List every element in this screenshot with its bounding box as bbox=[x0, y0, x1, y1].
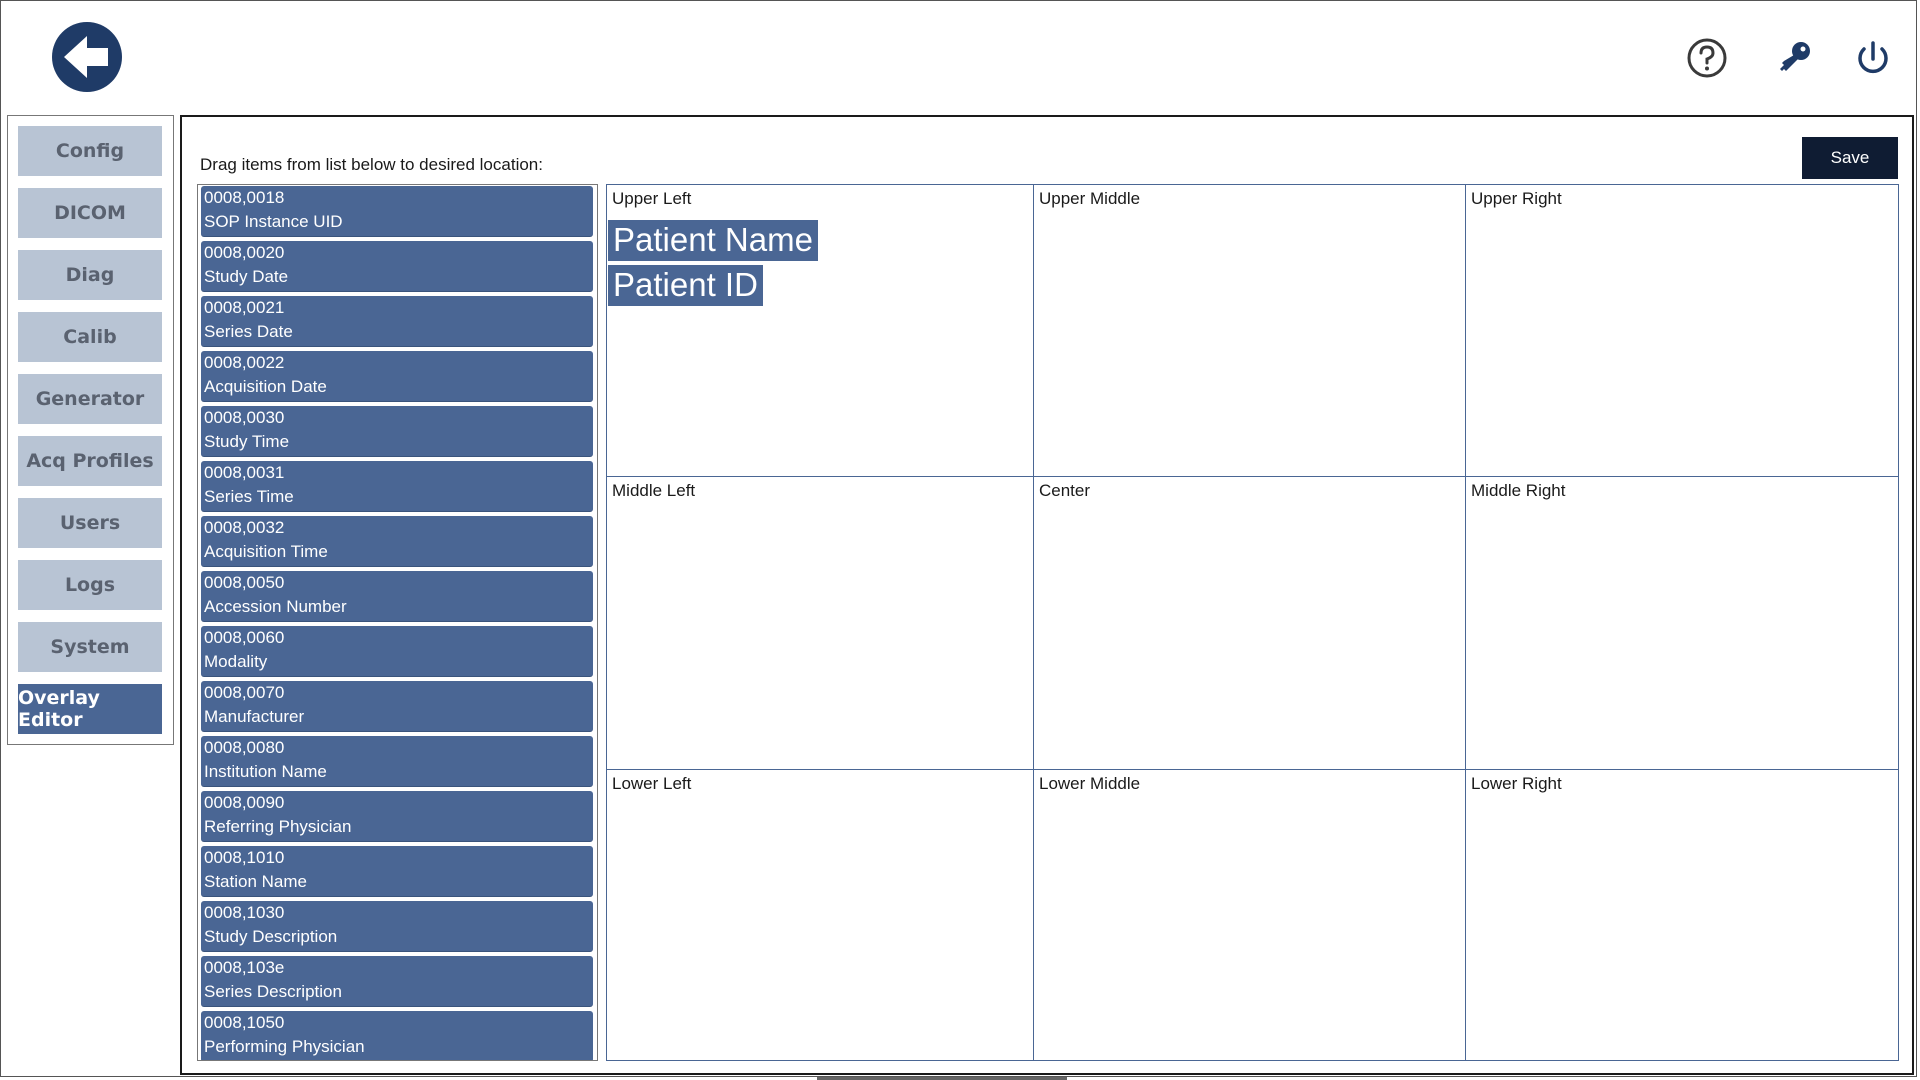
dicom-tag-item[interactable]: 0008,1030 Study Description bbox=[201, 901, 593, 952]
back-arrow-icon bbox=[64, 36, 108, 78]
dicom-tag-code: 0008,0050 bbox=[204, 573, 285, 592]
dicom-tag-item[interactable]: 0008,0060 Modality bbox=[201, 626, 593, 677]
overlay-cell-upper-right[interactable]: Upper Right bbox=[1466, 185, 1898, 477]
sidebar-item-generator[interactable]: Generator bbox=[18, 374, 162, 424]
dicom-tag-name: Modality bbox=[204, 652, 268, 671]
dicom-tag-name: Study Time bbox=[204, 432, 290, 451]
sidebar-item-config[interactable]: Config bbox=[18, 126, 162, 176]
dicom-tag-item[interactable]: 0008,0031 Series Time bbox=[201, 461, 593, 512]
overlay-cell-middle-right[interactable]: Middle Right bbox=[1466, 477, 1898, 770]
sidebar-nav: Config DICOM Diag Calib Generator Acq Pr… bbox=[7, 115, 174, 745]
dicom-tag-code: 0008,0060 bbox=[204, 628, 285, 647]
key-button[interactable] bbox=[1774, 37, 1816, 79]
help-circle-icon bbox=[1687, 38, 1727, 78]
dicom-tag-code: 0008,1050 bbox=[204, 1013, 285, 1032]
dicom-tag-item[interactable]: 0008,0021 Series Date bbox=[201, 296, 593, 347]
overlay-cell-lower-middle[interactable]: Lower Middle bbox=[1034, 770, 1466, 1060]
sidebar-item-users[interactable]: Users bbox=[18, 498, 162, 548]
overlay-cell-middle-left[interactable]: Middle Left bbox=[607, 477, 1034, 770]
dicom-tag-item[interactable]: 0008,1050 Performing Physician bbox=[201, 1011, 593, 1060]
key-icon bbox=[1780, 42, 1810, 71]
dicom-tag-code: 0008,1030 bbox=[204, 903, 285, 922]
dicom-tag-name: Station Name bbox=[204, 872, 307, 891]
dicom-tag-item[interactable]: 0008,0020 Study Date bbox=[201, 241, 593, 292]
sidebar-item-dicom[interactable]: DICOM bbox=[18, 188, 162, 238]
dicom-tag-name: Accession Number bbox=[204, 597, 347, 616]
dicom-tag-code: 0008,0018 bbox=[204, 188, 285, 207]
dicom-tag-name: Acquisition Date bbox=[204, 377, 327, 396]
overlay-position-grid: Upper Left Patient Name Patient ID Upper Mi… bbox=[606, 184, 1899, 1061]
overlay-cell-title: Center bbox=[1039, 481, 1091, 500]
dicom-tag-name: Series Date bbox=[204, 322, 293, 341]
sidebar-item-overlay-editor[interactable]: Overlay Editor bbox=[18, 684, 162, 734]
dicom-tag-name: Referring Physician bbox=[204, 817, 352, 836]
dicom-tag-item[interactable]: 0008,0090 Referring Physician bbox=[201, 791, 593, 842]
sidebar-item-calib[interactable]: Calib bbox=[18, 312, 162, 362]
power-button[interactable] bbox=[1852, 37, 1894, 79]
dicom-tag-code: 0008,0022 bbox=[204, 353, 285, 372]
overlay-cell-title: Lower Middle bbox=[1039, 774, 1141, 793]
dicom-tag-code: 0008,0032 bbox=[204, 518, 285, 537]
sidebar-item-logs[interactable]: Logs bbox=[18, 560, 162, 610]
dicom-tag-item[interactable]: 0008,0022 Acquisition Date bbox=[201, 351, 593, 402]
dicom-tag-item[interactable]: 0008,0070 Manufacturer bbox=[201, 681, 593, 732]
dicom-tag-code: 0008,103e bbox=[204, 958, 285, 977]
overlay-cell-lower-left[interactable]: Lower Left bbox=[607, 770, 1034, 1060]
dicom-tag-item[interactable]: 0008,0080 Institution Name bbox=[201, 736, 593, 787]
overlay-cell-title: Upper Middle bbox=[1039, 189, 1141, 208]
dicom-tag-name: Study Description bbox=[204, 927, 338, 946]
dicom-tag-code: 0008,1010 bbox=[204, 848, 285, 867]
dicom-tag-item[interactable]: 0008,0018 SOP Instance UID bbox=[201, 186, 593, 237]
placed-overlay-item[interactable]: Patient ID bbox=[608, 265, 763, 306]
sidebar-item-system[interactable]: System bbox=[18, 622, 162, 672]
dicom-tag-name: Performing Physician bbox=[204, 1037, 365, 1056]
dicom-tag-code: 0008,0070 bbox=[204, 683, 285, 702]
overlay-cell-center[interactable]: Center bbox=[1034, 477, 1466, 770]
overlay-cell-title: Middle Right bbox=[1471, 481, 1566, 500]
help-button[interactable] bbox=[1686, 37, 1728, 79]
dicom-tag-name: Series Time bbox=[204, 487, 294, 506]
overlay-cell-title: Lower Right bbox=[1471, 774, 1562, 793]
overlay-cell-title: Upper Right bbox=[1471, 189, 1562, 208]
overlay-cell-title: Middle Left bbox=[612, 481, 696, 500]
dicom-tag-name: Study Date bbox=[204, 267, 289, 286]
dicom-tag-code: 0008,0020 bbox=[204, 243, 285, 262]
dicom-tag-code: 0008,0021 bbox=[204, 298, 285, 317]
overlay-cell-upper-middle[interactable]: Upper Middle bbox=[1034, 185, 1466, 477]
sidebar-item-acq-profiles[interactable]: Acq Profiles bbox=[18, 436, 162, 486]
dicom-tag-code: 0008,0090 bbox=[204, 793, 285, 812]
instruction-text: Drag items from list below to desired lo… bbox=[200, 155, 543, 174]
dicom-tag-item[interactable]: 0008,0032 Acquisition Time bbox=[201, 516, 593, 567]
dicom-tag-item[interactable]: 0008,103e Series Description bbox=[201, 956, 593, 1007]
dicom-tag-list[interactable]: 0008,0018 SOP Instance UID 0008,0020 Study … bbox=[197, 184, 598, 1061]
overlay-cell-title: Lower Left bbox=[612, 774, 692, 793]
sidebar-item-diag[interactable]: Diag bbox=[18, 250, 162, 300]
dicom-tag-item[interactable]: 0008,0050 Accession Number bbox=[201, 571, 593, 622]
overlay-cell-lower-right[interactable]: Lower Right bbox=[1466, 770, 1898, 1060]
dicom-tag-name: SOP Instance UID bbox=[204, 212, 343, 231]
dicom-tag-name: Acquisition Time bbox=[204, 542, 328, 561]
save-button[interactable]: Save bbox=[1802, 137, 1898, 179]
dicom-tag-code: 0008,0031 bbox=[204, 463, 285, 482]
dicom-tag-name: Manufacturer bbox=[204, 707, 305, 726]
dicom-tag-item[interactable]: 0008,1010 Station Name bbox=[201, 846, 593, 897]
dicom-tag-code: 0008,0030 bbox=[204, 408, 285, 427]
overlay-cell-title: Upper Left bbox=[612, 189, 692, 208]
dicom-tag-item[interactable]: 0008,0030 Study Time bbox=[201, 406, 593, 457]
overlay-cell-upper-left[interactable]: Upper Left Patient Name Patient ID bbox=[607, 185, 1034, 477]
placed-overlay-item[interactable]: Patient Name bbox=[608, 220, 818, 261]
dicom-tag-name: Series Description bbox=[204, 982, 342, 1001]
dicom-tag-name: Institution Name bbox=[204, 762, 327, 781]
overlay-editor-panel: Drag items from list below to desired lo… bbox=[180, 115, 1914, 1075]
power-icon bbox=[1858, 41, 1888, 74]
dicom-tag-code: 0008,0080 bbox=[204, 738, 285, 757]
back-button[interactable] bbox=[52, 22, 122, 92]
